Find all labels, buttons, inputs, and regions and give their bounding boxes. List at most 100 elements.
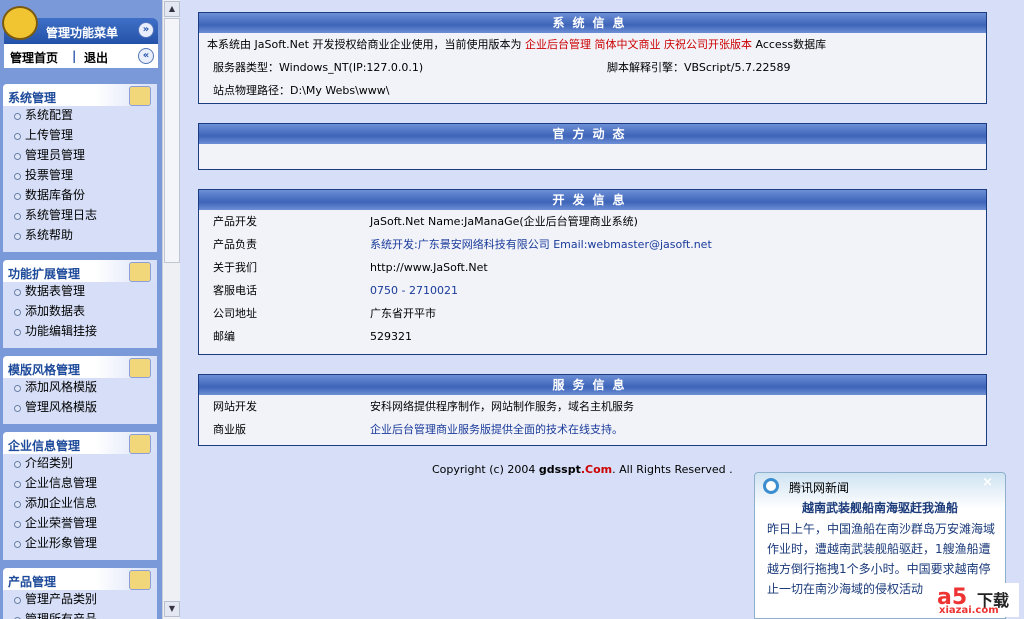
group-icon [129, 262, 151, 282]
nav-row: 管理首页 | 退出 « [4, 44, 158, 68]
menu-item[interactable]: 添加数据表 [3, 302, 157, 322]
menu-item[interactable]: 投票管理 [3, 166, 157, 186]
menu-group-title[interactable]: 企业信息管理 [3, 432, 157, 454]
menu-item[interactable]: 管理风格模版 [3, 398, 157, 418]
popup-source: 腾讯网新闻 [789, 481, 850, 495]
separator: | [72, 49, 77, 63]
section-title: 开发信息 [199, 190, 986, 210]
info-row: 关于我们 http://www.JaSoft.Net [199, 256, 986, 279]
system-info-section: 系统信息 本系统由 JaSoft.Net 开发授权给商业企业使用，当前使用版本为… [198, 12, 987, 104]
group-icon [129, 358, 151, 378]
section-title: 服务信息 [199, 375, 986, 395]
logout-link[interactable]: 退出 [84, 49, 108, 66]
menu-item[interactable]: 介绍类别 [3, 454, 157, 474]
row-label: 产品开发 [213, 215, 257, 228]
row-value: http://www.JaSoft.Net [370, 261, 488, 274]
menu-item[interactable]: 企业荣誉管理 [3, 514, 157, 534]
row-value[interactable]: 企业后台管理商业服务版提供全面的技术在线支持。 [370, 418, 623, 441]
row-label: 网站开发 [213, 400, 257, 413]
row-label: 产品负责 [213, 238, 257, 251]
group-title-text: 产品管理 [8, 575, 57, 589]
menu-item[interactable]: 数据表管理 [3, 282, 157, 302]
close-icon[interactable]: × [982, 475, 993, 490]
watermark-logo: a5 下载 xiazai.com [933, 583, 1019, 617]
row-value: 安科网络提供程序制作，网站制作服务，域名主机服务 [370, 400, 634, 413]
row-value: 529321 [370, 330, 412, 343]
scroll-thumb[interactable] [164, 18, 180, 263]
menu-group: 产品管理 管理产品类别 管理所有产品 [3, 568, 157, 619]
info-row: 客服电话 0750 - 2710021 [199, 279, 986, 302]
info-row: 邮编 529321 [199, 325, 986, 348]
menu-item[interactable]: 管理所有产品 [3, 610, 157, 619]
site-path: 站点物理路径：D:\My Webs\www\ [213, 84, 390, 97]
menu-group-title[interactable]: 模版风格管理 [3, 356, 157, 378]
row-value[interactable]: 0750 - 2710021 [370, 279, 458, 302]
menu-item[interactable]: 数据库备份 [3, 186, 157, 206]
logo-icon [2, 6, 38, 40]
menu-group: 功能扩展管理 数据表管理 添加数据表 功能编辑挂接 [3, 260, 157, 348]
scroll-up-icon[interactable]: ▲ [164, 1, 180, 17]
home-link[interactable]: 管理首页 [10, 49, 58, 66]
menu-group: 企业信息管理 介绍类别 企业信息管理 添加企业信息 企业荣誉管理 企业形象管理 [3, 432, 157, 560]
row-label: 商业版 [213, 423, 246, 436]
news-section: 官方动态 [198, 123, 987, 170]
row-label: 公司地址 [213, 307, 257, 320]
row-value: 广东省开平市 [370, 307, 436, 320]
copyright-site: gdsspt [538, 463, 581, 476]
menu-item[interactable]: 系统管理日志 [3, 206, 157, 226]
row-label: 关于我们 [213, 261, 257, 274]
info-row: 网站开发 安科网络提供程序制作，网站制作服务，域名主机服务 [199, 395, 986, 418]
menu-item[interactable]: 系统配置 [3, 106, 157, 126]
copyright-post: . All Rights Reserved . [612, 463, 733, 476]
popup-headline[interactable]: 越南武装舰船南海驱赶我渔船 [755, 499, 1005, 516]
section-title: 系统信息 [199, 13, 986, 33]
menu-item[interactable]: 企业形象管理 [3, 534, 157, 554]
group-icon [129, 570, 151, 590]
menu-item[interactable]: 功能编辑挂接 [3, 322, 157, 342]
menu-item[interactable]: 添加风格模版 [3, 378, 157, 398]
copyright-pre: Copyright (c) 2004 [432, 463, 539, 476]
info-row: 产品负责 系统开发:广东景安网络科技有限公司 Email:webmaster@ja… [199, 233, 986, 256]
menu-item[interactable]: 企业信息管理 [3, 474, 157, 494]
tencent-news-icon [763, 478, 779, 494]
menu-item[interactable]: 系统帮助 [3, 226, 157, 246]
menu-group-title[interactable]: 产品管理 [3, 568, 157, 590]
row-value: JaSoft.Net Name:JaManaGe(企业后台管理商业系统) [370, 215, 638, 228]
scroll-down-icon[interactable]: ▼ [164, 601, 180, 617]
copyright: Copyright (c) 2004 gdsspt.Com. All Right… [432, 463, 733, 476]
version-text: 企业后台管理 简体中文商业 庆祝公司开张版本 [525, 38, 752, 51]
left-scrollbar[interactable]: ▲ ▼ [162, 0, 180, 619]
group-title-text: 系统管理 [8, 91, 57, 105]
script-engine: 脚本解释引擎：VBScript/5.7.22589 [607, 61, 791, 74]
dev-info-section: 开发信息 产品开发 JaSoft.Net Name:JaManaGe(企业后台管理… [198, 189, 987, 355]
service-info-section: 服务信息 网站开发 安科网络提供程序制作，网站制作服务，域名主机服务商业版 企业后台… [198, 374, 987, 446]
section-title: 官方动态 [199, 124, 986, 144]
menu-item[interactable]: 上传管理 [3, 126, 157, 146]
db-text: Access数据库 [755, 38, 827, 51]
group-title-text: 功能扩展管理 [8, 267, 81, 281]
menu-item[interactable]: 管理产品类别 [3, 590, 157, 610]
group-icon [129, 434, 151, 454]
menu-title: 管理功能菜单 [46, 26, 119, 40]
row-label: 邮编 [213, 330, 235, 343]
menu-item[interactable]: 管理员管理 [3, 146, 157, 166]
copyright-com: .Com [580, 463, 613, 476]
info-row: 公司地址 广东省开平市 [199, 302, 986, 325]
left-menu-frame: 管理功能菜单 » 管理首页 | 退出 « 系统管理 系统配置 上传管理 管理员管理 投票… [0, 0, 162, 619]
row-value[interactable]: 系统开发:广东景安网络科技有限公司 Email:webmaster@jasoft… [370, 233, 712, 256]
menu-group-title[interactable]: 功能扩展管理 [3, 260, 157, 282]
menu-group: 模版风格管理 添加风格模版 管理风格模版 [3, 356, 157, 424]
group-title-text: 企业信息管理 [8, 439, 81, 453]
row-label: 客服电话 [213, 284, 257, 297]
hide-menu-icon[interactable]: « [138, 48, 154, 64]
collapse-all-icon[interactable]: » [138, 22, 154, 38]
server-type: 服务器类型：Windows_NT(IP:127.0.0.1) [213, 61, 424, 74]
watermark-c: xiazai.com [939, 605, 999, 616]
info-row: 商业版 企业后台管理商业服务版提供全面的技术在线支持。 [199, 418, 986, 441]
menu-group-title[interactable]: 系统管理 [3, 84, 157, 106]
group-title-text: 模版风格管理 [8, 363, 81, 377]
info-row: 产品开发 JaSoft.Net Name:JaManaGe(企业后台管理商业系统) [199, 210, 986, 233]
menu-item[interactable]: 添加企业信息 [3, 494, 157, 514]
license-text: 本系统由 JaSoft.Net 开发授权给商业企业使用，当前使用版本为 [207, 38, 522, 51]
group-icon [129, 86, 151, 106]
